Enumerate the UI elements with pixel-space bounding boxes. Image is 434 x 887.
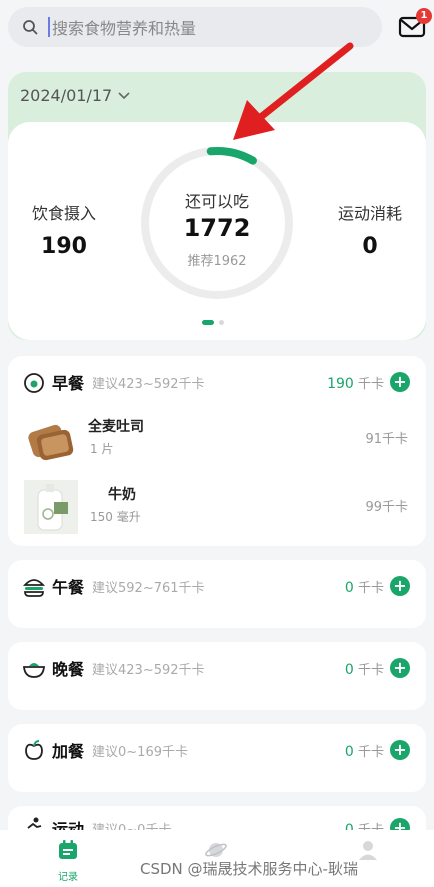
intake-stat: 饮食摄入 190 bbox=[26, 200, 102, 259]
meal-kcal-value: 190 bbox=[327, 375, 354, 392]
meal-kcal: 0 千卡 bbox=[345, 577, 384, 596]
burn-value: 0 bbox=[362, 234, 378, 259]
food-item[interactable]: 全麦吐司 1 片 91千卡 bbox=[8, 408, 426, 468]
date-selector[interactable]: 2024/01/17 bbox=[20, 86, 130, 105]
add-snack-button[interactable]: + bbox=[390, 740, 410, 760]
recommend-text: 推荐1962 bbox=[187, 254, 247, 269]
food-qty: 1 片 bbox=[90, 442, 114, 456]
search-input[interactable]: 搜索食物营养和热量 bbox=[8, 7, 382, 47]
burger-icon bbox=[22, 579, 46, 597]
food-item[interactable]: 牛奶 150 毫升 99千卡 bbox=[8, 476, 426, 536]
food-kcal: 99千卡 bbox=[365, 500, 408, 515]
meal-header: 晚餐 建议423~592千卡 0 千卡 + bbox=[8, 642, 426, 694]
intake-label: 饮食摄入 bbox=[31, 204, 96, 223]
daily-summary-card: 2024/01/17 饮食摄入 190 还可以吃 1772 推荐1962 运动消… bbox=[8, 72, 426, 340]
burn-stat: 运动消耗 0 bbox=[332, 200, 408, 259]
add-lunch-button[interactable]: + bbox=[390, 576, 410, 596]
milk-image bbox=[24, 480, 78, 534]
nav-record[interactable]: 记录 bbox=[54, 838, 82, 883]
page-indicator bbox=[202, 320, 224, 325]
calorie-ring[interactable]: 还可以吃 1772 推荐1962 bbox=[136, 142, 298, 304]
chevron-down-icon bbox=[118, 91, 130, 99]
calendar-icon bbox=[59, 840, 77, 859]
meal-kcal-unit: 千卡 bbox=[357, 662, 384, 678]
apple-icon bbox=[25, 740, 43, 760]
meal-hint: 建议0~169千卡 bbox=[92, 744, 188, 760]
meal-kcal-unit: 千卡 bbox=[357, 744, 384, 760]
bowl-icon bbox=[23, 663, 45, 678]
meal-header: 早餐 建议423~592千卡 190 千卡 + bbox=[8, 356, 426, 408]
meal-name: 早餐 bbox=[52, 374, 85, 393]
user-icon bbox=[359, 841, 377, 860]
add-breakfast-button[interactable]: + bbox=[390, 372, 410, 392]
page-dot-active bbox=[202, 320, 214, 325]
meal-card-lunch[interactable]: 午餐 建议592~761千卡 0 千卡 + bbox=[8, 560, 426, 628]
search-placeholder: 搜索食物营养和热量 bbox=[52, 19, 197, 38]
meal-kcal-unit: 千卡 bbox=[357, 580, 384, 596]
meal-kcal: 0 千卡 bbox=[345, 659, 384, 678]
watermark: CSDN @瑞晟技术服务中心-耿瑞 bbox=[140, 860, 358, 878]
calorie-panel: 饮食摄入 190 还可以吃 1772 推荐1962 运动消耗 0 bbox=[8, 122, 426, 340]
page-dot bbox=[219, 320, 224, 325]
egg-icon bbox=[24, 373, 44, 393]
meal-hint: 建议423~592千卡 bbox=[92, 376, 205, 392]
burn-label: 运动消耗 bbox=[337, 204, 402, 223]
meal-card-dinner[interactable]: 晚餐 建议423~592千卡 0 千卡 + bbox=[8, 642, 426, 710]
meal-kcal: 190 千卡 bbox=[327, 373, 384, 392]
nav-record-label: 记录 bbox=[58, 872, 78, 883]
food-name: 牛奶 bbox=[108, 487, 136, 503]
meal-kcal-value: 0 bbox=[344, 579, 354, 596]
remaining-label: 还可以吃 bbox=[184, 192, 249, 211]
top-bar: 搜索食物营养和热量 1 bbox=[0, 0, 434, 58]
meal-header: 加餐 建议0~169千卡 0 千卡 + bbox=[8, 724, 426, 776]
remaining-value: 1772 bbox=[183, 214, 251, 242]
food-kcal: 91千卡 bbox=[365, 432, 408, 447]
meal-kcal-unit: 千卡 bbox=[357, 376, 384, 392]
messages-button[interactable]: 1 bbox=[398, 8, 432, 40]
search-icon bbox=[23, 20, 38, 35]
meal-card-snack[interactable]: 加餐 建议0~169千卡 0 千卡 + bbox=[8, 724, 426, 792]
nav-profile[interactable] bbox=[354, 838, 382, 866]
unread-badge: 1 bbox=[416, 8, 432, 24]
meal-name: 午餐 bbox=[52, 578, 85, 597]
meal-card-breakfast[interactable]: 早餐 建议423~592千卡 190 千卡 + 全麦吐司 1 片 91千卡 牛奶… bbox=[8, 356, 426, 546]
meal-hint: 建议592~761千卡 bbox=[92, 580, 205, 596]
food-qty: 150 毫升 bbox=[90, 510, 141, 524]
meal-hint: 建议423~592千卡 bbox=[92, 662, 205, 678]
meal-name: 晚餐 bbox=[52, 660, 85, 679]
date-text: 2024/01/17 bbox=[20, 86, 113, 105]
meal-kcal-value: 0 bbox=[344, 661, 354, 678]
meal-name: 加餐 bbox=[52, 742, 85, 761]
meal-kcal-value: 0 bbox=[344, 743, 354, 760]
intake-value: 190 bbox=[41, 234, 87, 259]
meal-kcal: 0 千卡 bbox=[345, 741, 384, 760]
meal-header: 午餐 建议592~761千卡 0 千卡 + bbox=[8, 560, 426, 612]
text-cursor bbox=[48, 17, 50, 37]
toast-image bbox=[28, 424, 74, 461]
food-name: 全麦吐司 bbox=[88, 419, 144, 435]
add-dinner-button[interactable]: + bbox=[390, 658, 410, 678]
